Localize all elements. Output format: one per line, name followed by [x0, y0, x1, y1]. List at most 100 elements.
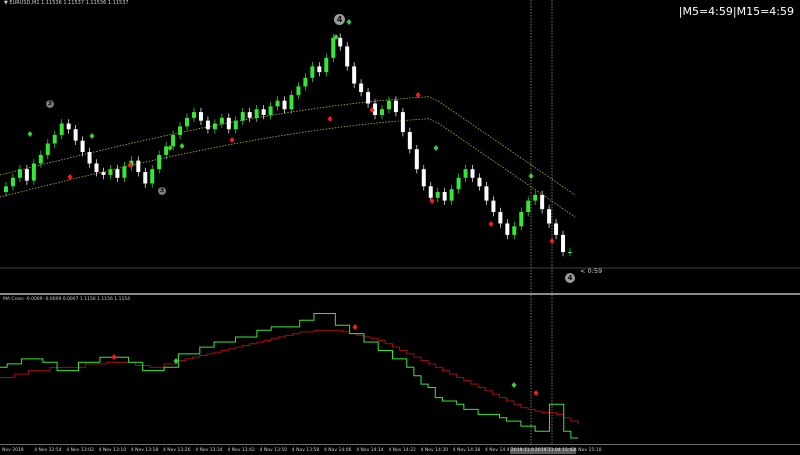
wave-label-3-left-bottom: 3	[158, 187, 166, 195]
candle-body	[310, 66, 315, 78]
candle-body	[122, 166, 127, 178]
candle-body	[115, 169, 120, 178]
candle-body	[275, 100, 280, 107]
price-chart[interactable]	[0, 0, 800, 295]
cross-sell-icon	[533, 390, 539, 396]
candle-body	[491, 200, 496, 213]
fast-ma-line	[0, 312, 578, 439]
cross-sell-icon	[111, 354, 117, 360]
time-tick: 4 Nov 12:54	[34, 448, 62, 453]
candle-body	[380, 109, 384, 115]
candle-body	[345, 46, 350, 67]
time-tick: 4 Nov 14:22	[388, 448, 416, 453]
buy-arrow-icon	[346, 19, 352, 25]
time-tick: Nov 2019	[2, 448, 24, 453]
candle-body	[254, 109, 259, 118]
candle-body	[268, 106, 273, 115]
candle-body	[80, 140, 85, 153]
candle-body	[470, 169, 475, 178]
candle-body	[526, 200, 531, 213]
time-tick: 4 Nov 14:30	[420, 448, 449, 453]
candle-body	[296, 86, 301, 95]
sell-arrow-icon	[429, 198, 435, 204]
candle-body	[136, 160, 141, 173]
candle-body	[261, 109, 266, 115]
candle-body	[289, 94, 294, 110]
time-tick: 4 Nov 13:02	[66, 448, 94, 453]
indicator-label: MA Cross -0.0009 -0.0009 0.0007 1.1156 1…	[3, 297, 131, 302]
indicator-chart[interactable]	[0, 295, 800, 445]
sell-arrow-icon	[549, 238, 555, 244]
candle-body	[59, 123, 64, 135]
candle-body	[407, 132, 412, 150]
candle-body	[150, 169, 155, 184]
sell-arrow-icon	[327, 116, 333, 122]
candle-body	[519, 212, 524, 227]
sell-arrow-icon	[488, 221, 494, 227]
candle-body	[185, 117, 190, 127]
candle-body	[45, 143, 50, 155]
candle-body	[164, 146, 169, 155]
candle-body	[359, 83, 364, 93]
candle-body	[568, 252, 572, 254]
candle-body	[400, 112, 405, 133]
sell-arrow-icon	[229, 137, 235, 143]
candle-body	[205, 120, 210, 130]
time-tick: 4 Nov 13:18	[130, 448, 159, 453]
candle-body	[17, 169, 22, 178]
buy-arrow-icon	[528, 173, 534, 179]
candle-body	[226, 117, 231, 130]
candle-body	[547, 209, 552, 224]
slow-ma-line	[0, 329, 579, 425]
candle-body	[352, 66, 357, 84]
candle-body	[442, 192, 447, 201]
candle-body	[303, 77, 308, 87]
candle-body	[94, 163, 99, 173]
candle-body	[477, 177, 482, 187]
time-tick: 4 Nov 14:46	[485, 448, 513, 453]
time-tick: 4 Nov 13:50	[259, 448, 288, 453]
candle-body	[52, 134, 57, 144]
candle-body	[24, 169, 29, 181]
time-tick: 4 Nov 13:26	[163, 448, 191, 453]
envelope-upper	[0, 96, 576, 196]
time-axis-separator	[0, 444, 800, 445]
cross-buy-icon	[511, 382, 517, 388]
buy-arrow-icon	[179, 143, 185, 149]
time-tick: 4 Nov 13:58	[291, 448, 320, 453]
candle-body	[456, 177, 461, 190]
candle-body	[561, 234, 566, 253]
candle-body	[414, 149, 419, 170]
candle-body	[338, 37, 343, 47]
time-tick: 4 Nov 14:38	[452, 448, 481, 453]
candle-body	[87, 152, 92, 164]
buy-arrow-icon	[27, 131, 33, 137]
candle-body	[540, 194, 545, 210]
time-tick: 4 Nov 14:14	[356, 448, 384, 453]
time-axis[interactable]: Nov 2019 4 Nov 12:54 4 Nov 13:02 4 Nov 13:1…	[0, 447, 800, 455]
candle-body	[240, 112, 245, 121]
cross-sell-icon	[352, 324, 358, 330]
time-tick: 4 Nov 13:34	[195, 448, 223, 453]
candle-body	[435, 192, 440, 198]
candle-body	[386, 100, 391, 110]
time-tick: 4 Nov 14:06	[324, 448, 352, 453]
candle-body	[233, 120, 238, 130]
buy-arrow-icon	[89, 133, 95, 139]
candle-body	[108, 169, 113, 175]
candle-body	[219, 117, 224, 124]
candle-body	[484, 186, 489, 201]
time-tick: 4 Nov 13:10	[98, 448, 127, 453]
sell-arrow-icon	[67, 174, 73, 180]
candle-body	[66, 123, 71, 130]
candle-body	[4, 186, 8, 193]
candle-body	[449, 189, 454, 201]
candle-body	[533, 194, 538, 201]
candle-body	[178, 126, 183, 135]
wave-label-3-left-top: 3	[46, 100, 54, 108]
candle-body	[421, 169, 426, 187]
candle-body	[171, 134, 176, 147]
candle-body	[192, 112, 196, 118]
candle-body	[463, 169, 468, 178]
buy-arrow-icon	[433, 145, 439, 151]
